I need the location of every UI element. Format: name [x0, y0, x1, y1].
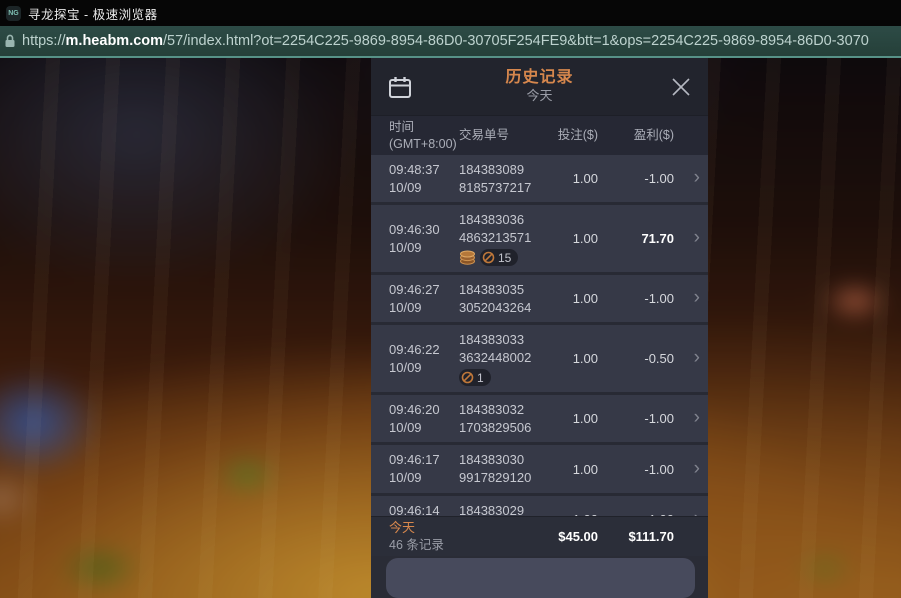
table-row[interactable]: 09:46:14 10/09 184383029 8198941184 1.00… [371, 496, 708, 516]
close-icon[interactable] [662, 76, 692, 98]
summary-profit-total: $111.70 [598, 529, 674, 544]
profit-value: -1.00 [598, 171, 674, 186]
summary-bet-total: $45.00 [546, 529, 598, 544]
row-time: 09:46:27 10/09 [389, 281, 459, 316]
round-count-badge: 1 [459, 369, 491, 386]
row-order-number: 184383032 1703829506 [459, 401, 546, 436]
row-order-number: 184383033 3632448002 1 [459, 331, 546, 386]
chevron-right-icon: › [674, 288, 700, 309]
history-list: 09:48:37 10/09 184383089 8185737217 1.00… [371, 155, 708, 516]
round-count-badge: 15 [480, 249, 518, 266]
table-row[interactable]: 09:48:37 10/09 184383089 8185737217 1.00… [371, 155, 708, 202]
table-column-headers: 时间 (GMT+8:00) 交易单号 投注($) 盈利($) [371, 115, 708, 155]
profit-value: -0.50 [598, 351, 674, 366]
chevron-right-icon: › [674, 168, 700, 189]
row-time: 09:46:14 10/09 [389, 502, 459, 516]
row-badges: 1 [459, 369, 546, 386]
row-time: 09:48:37 10/09 [389, 161, 459, 196]
history-modal: 历史记录 今天 时间 (GMT+8:00) 交易单号 投注($) 盈利($) 0… [371, 58, 708, 598]
column-bet: 投注($) [546, 128, 598, 144]
row-order-number: 184383036 4863213571 [459, 211, 546, 266]
site-favicon-icon: NG [6, 6, 21, 21]
table-row[interactable]: 09:46:20 10/09 184383032 1703829506 1.00… [371, 395, 708, 442]
row-time: 09:46:20 10/09 [389, 401, 459, 436]
row-order-number: 184383029 8198941184 [459, 502, 546, 516]
table-row[interactable]: 09:46:22 10/09 184383033 3632448002 1 [371, 325, 708, 392]
summary-footer: 今天 46 条记录 $45.00 $111.70 [371, 516, 708, 556]
coins-icon [459, 250, 476, 265]
chevron-right-icon: › [674, 509, 700, 516]
lock-icon [4, 34, 16, 48]
chevron-right-icon: › [674, 408, 700, 429]
row-time: 09:46:22 10/09 [389, 341, 459, 376]
coin-slash-icon [482, 251, 495, 264]
summary-record-count: 46 条记录 [389, 537, 546, 553]
row-order-number: 184383089 8185737217 [459, 161, 546, 196]
load-more-button[interactable] [386, 558, 695, 598]
column-time: 时间 (GMT+8:00) [389, 119, 459, 153]
badge-count: 15 [498, 250, 511, 266]
modal-bottom-area [371, 556, 708, 598]
profit-value: -1.00 [598, 411, 674, 426]
modal-subtitle: 今天 [417, 88, 662, 104]
chevron-right-icon: › [674, 348, 700, 369]
url-text[interactable]: https://m.heabm.com/57/index.html?ot=225… [22, 33, 869, 49]
summary-day-label: 今天 [389, 520, 546, 537]
bet-value: 1.00 [546, 411, 598, 426]
row-order-number: 184383030 9917829120 [459, 451, 546, 486]
profit-value: -1.00 [598, 462, 674, 477]
bet-value: 1.00 [546, 291, 598, 306]
window-title: 寻龙探宝 - 极速浏览器 [28, 4, 158, 23]
table-row[interactable]: 09:46:17 10/09 184383030 9917829120 1.00… [371, 445, 708, 492]
row-time: 09:46:30 10/09 [389, 221, 459, 256]
chevron-right-icon: › [674, 459, 700, 480]
browser-titlebar: NG 寻龙探宝 - 极速浏览器 [0, 0, 901, 26]
badge-count: 1 [477, 370, 484, 386]
row-order-number: 184383035 3052043264 [459, 281, 546, 316]
row-badges: 15 [459, 249, 546, 266]
summary-label-block: 今天 46 条记录 [389, 520, 546, 553]
column-profit: 盈利($) [598, 128, 674, 144]
calendar-icon[interactable] [387, 74, 417, 100]
modal-title: 历史记录 [417, 68, 662, 88]
bet-value: 1.00 [546, 462, 598, 477]
bet-value: 1.00 [546, 351, 598, 366]
profit-value: -1.00 [598, 291, 674, 306]
profit-value: 71.70 [598, 231, 674, 246]
table-row[interactable]: 09:46:27 10/09 184383035 3052043264 1.00… [371, 275, 708, 322]
row-time: 09:46:17 10/09 [389, 451, 459, 486]
bet-value: 1.00 [546, 171, 598, 186]
chevron-right-icon: › [674, 228, 700, 249]
browser-urlbar[interactable]: https://m.heabm.com/57/index.html?ot=225… [0, 26, 901, 58]
modal-title-block: 历史记录 今天 [417, 68, 662, 104]
coin-slash-icon [461, 371, 474, 384]
bet-value: 1.00 [546, 231, 598, 246]
modal-header: 历史记录 今天 [371, 58, 708, 115]
column-order: 交易单号 [459, 128, 546, 144]
table-row[interactable]: 09:46:30 10/09 184383036 4863213571 [371, 205, 708, 272]
